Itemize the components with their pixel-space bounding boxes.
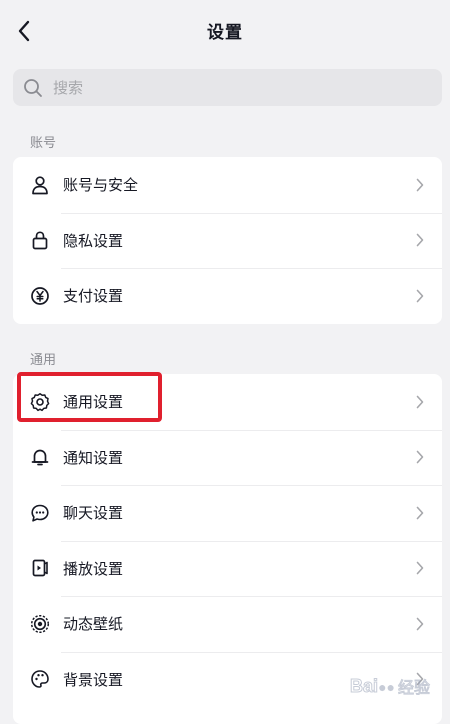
chevron-right-icon [415, 506, 425, 520]
settings-item-live-wallpaper[interactable]: 动态壁纸 [13, 596, 442, 652]
baidu-jingyan-watermark: Bai●● 经验 [350, 674, 431, 698]
settings-item-label: 隐私设置 [63, 231, 124, 250]
paw-icon: ●● [378, 678, 395, 695]
lock-icon [30, 230, 50, 250]
bell-icon [30, 447, 50, 467]
watermark-logo: Bai●● [350, 675, 395, 696]
page-title: 设置 [207, 23, 243, 43]
settings-item-chat[interactable]: 聊天设置 [13, 485, 442, 541]
settings-item-label: 动态壁纸 [63, 615, 124, 634]
settings-item-playback[interactable]: 播放设置 [13, 540, 442, 597]
header-bar: 设置 [0, 0, 450, 62]
user-icon [30, 175, 50, 195]
chevron-right-icon [415, 617, 425, 631]
chevron-right-icon [415, 233, 425, 247]
settings-item-payment[interactable]: 支付设置 [13, 268, 442, 324]
chevron-right-icon [415, 289, 425, 303]
settings-item-label: 聊天设置 [63, 504, 124, 523]
general-settings-card: 通用设置 通知设置 聊天设置 播放设置 动态壁纸 背景设置 [13, 374, 442, 724]
settings-item-label: 账号与安全 [63, 176, 139, 195]
palette-icon [30, 669, 50, 689]
play-settings-icon [30, 558, 50, 578]
chat-bubble-icon [30, 503, 50, 523]
settings-item-label: 支付设置 [63, 287, 124, 306]
settings-item-notification[interactable]: 通知设置 [13, 429, 442, 486]
live-wallpaper-icon [30, 614, 50, 634]
chevron-right-icon [415, 395, 425, 409]
watermark-text: 经验 [397, 678, 430, 698]
search-icon [23, 78, 43, 98]
account-settings-card: 账号与安全 隐私设置 支付设置 [13, 157, 442, 324]
search-bar[interactable] [13, 69, 442, 106]
chevron-right-icon [415, 561, 425, 575]
chevron-right-icon [415, 178, 425, 192]
section-label-general: 通用 [30, 353, 57, 368]
section-label-account: 账号 [30, 136, 57, 151]
yen-icon [30, 286, 50, 306]
search-input[interactable] [51, 77, 395, 98]
highlight-annotation-box [17, 372, 162, 422]
settings-item-account-security[interactable]: 账号与安全 [13, 157, 442, 213]
settings-item-privacy[interactable]: 隐私设置 [13, 212, 442, 269]
chevron-right-icon [415, 450, 425, 464]
settings-item-label: 背景设置 [63, 670, 124, 689]
settings-item-label: 通知设置 [63, 448, 124, 467]
settings-item-label: 播放设置 [63, 559, 124, 578]
